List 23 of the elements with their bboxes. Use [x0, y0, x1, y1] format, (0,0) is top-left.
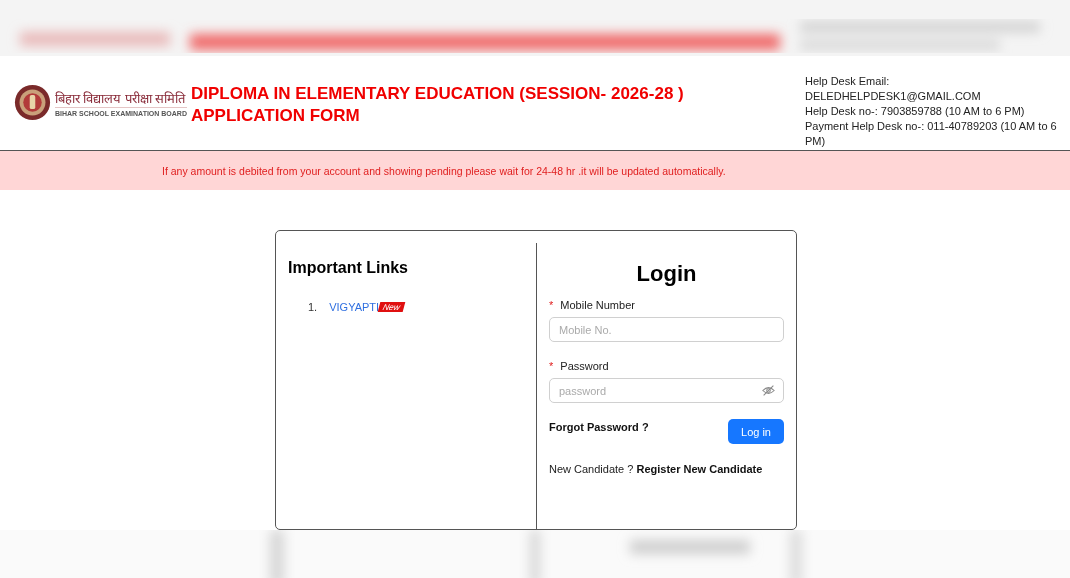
mobile-field[interactable]: Mobile No.	[549, 317, 784, 342]
emblem-icon	[14, 84, 51, 121]
help-desk-info: Help Desk Email: DELEDHELPDESK1@GMAIL.COM	[804, 74, 982, 104]
vigyapti-link[interactable]: VIGYAPTI	[329, 301, 380, 313]
board-name-hindi: बिहार विद्यालय परीक्षा समिति	[55, 88, 187, 108]
login-title: Login	[635, 261, 698, 287]
password-field[interactable]: password	[549, 378, 784, 403]
new-badge: New	[377, 302, 406, 312]
page-title: DIPLOMA IN ELEMENTARY EDUCATION (SESSION- 2026-28 ) APPLICATION FORM	[190, 83, 685, 127]
field-label: Password	[560, 360, 609, 372]
notice-text: If any amount is debited from your account and showing pending please wait for 24-48 hr .it will be updated automatically.	[162, 164, 726, 177]
new-candidate-text: New Candidate ?	[549, 463, 634, 475]
help-desk-info: Help Desk no-: 7903859788 (10 AM to 6 PM)	[804, 104, 1026, 119]
section-title: Important Links	[288, 259, 409, 277]
login-button[interactable]: Log in	[728, 419, 784, 444]
required-mark: *	[549, 360, 554, 372]
field-label: Mobile Number	[560, 299, 635, 311]
forgot-password-link[interactable]: Forgot Password ?	[549, 421, 649, 433]
list-number: 1.	[308, 301, 318, 313]
eye-slash-icon[interactable]	[762, 384, 775, 397]
required-mark: *	[549, 299, 554, 311]
help-desk-info: Payment Help Desk no-: 011-40789203 (10 AM to 6 PM)	[804, 119, 1058, 149]
register-link[interactable]: Register New Candidate	[636, 463, 763, 475]
